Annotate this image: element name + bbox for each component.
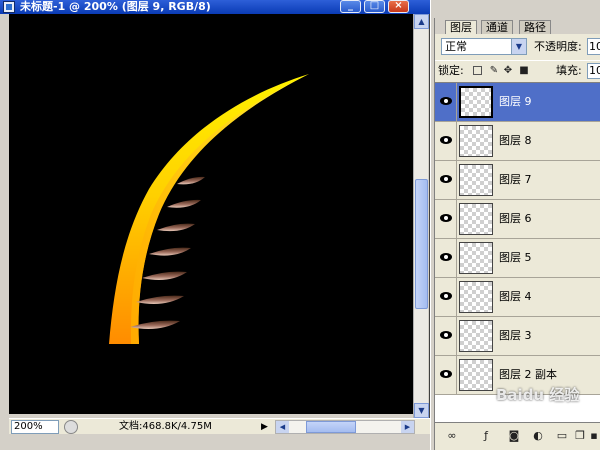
- tab-paths[interactable]: 路径: [519, 20, 551, 34]
- scroll-left-arrow-icon[interactable]: ◀: [276, 421, 289, 433]
- new-layer-icon[interactable]: ❐: [573, 429, 587, 443]
- visibility-toggle[interactable]: [435, 122, 457, 160]
- canvas[interactable]: [9, 14, 413, 414]
- eye-icon: [440, 175, 452, 183]
- layer-name: 图层 8: [499, 134, 532, 147]
- visibility-toggle[interactable]: [435, 83, 457, 121]
- eye-icon: [440, 292, 452, 300]
- scroll-down-arrow-icon[interactable]: ▼: [414, 403, 429, 418]
- tab-channels[interactable]: 通道: [481, 20, 513, 34]
- layer-name: 图层 6: [499, 212, 532, 225]
- eye-icon: [440, 214, 452, 222]
- delete-layer-icon[interactable]: ▪: [587, 429, 600, 443]
- visibility-toggle[interactable]: [435, 161, 457, 199]
- visibility-toggle[interactable]: [435, 356, 457, 394]
- eye-icon: [440, 136, 452, 144]
- eye-icon: [440, 253, 452, 261]
- watermark: Baidu 经验: [496, 386, 580, 404]
- panel-tabs: 图层 通道 路径: [435, 18, 600, 34]
- horizontal-scrollbar[interactable]: ◀ ▶: [275, 420, 415, 434]
- document-title: 未标题-1 @ 200% (图层 9, RGB/8): [20, 0, 211, 13]
- eye-icon: [440, 331, 452, 339]
- document-info: 文档:468.8K/4.75M: [119, 421, 212, 432]
- vertical-scroll-thumb[interactable]: [415, 179, 428, 309]
- app-root: 未标题-1 @ 200% (图层 9, RGB/8) _ □ × ▲ ▼ 200…: [0, 0, 600, 450]
- lock-all-icon[interactable]: ■: [519, 66, 529, 76]
- document-titlebar[interactable]: 未标题-1 @ 200% (图层 9, RGB/8) _ □ ×: [0, 0, 430, 14]
- layer-thumbnail: [459, 281, 493, 313]
- visibility-toggle[interactable]: [435, 278, 457, 316]
- layer-style-icon[interactable]: ƒ: [479, 429, 493, 443]
- layer-thumbnail: [459, 164, 493, 196]
- fill-label: 填充:: [556, 64, 582, 77]
- chevron-down-icon[interactable]: ▼: [511, 39, 526, 54]
- visibility-toggle[interactable]: [435, 317, 457, 355]
- opacity-field[interactable]: 100%: [587, 38, 600, 55]
- layers-panel-footer: ∞ ƒ ◙ ◐ ▭ ❐ ▪: [435, 422, 600, 450]
- new-group-icon[interactable]: ▭: [555, 429, 569, 443]
- eye-icon: [440, 97, 452, 105]
- horizontal-scroll-thumb[interactable]: [306, 421, 356, 433]
- close-button[interactable]: ×: [388, 0, 409, 13]
- layer-row[interactable]: 图层 3: [435, 317, 600, 356]
- layer-name: 图层 3: [499, 329, 532, 342]
- blend-mode-value: 正常: [445, 40, 467, 53]
- lock-move-icon[interactable]: ✥: [503, 66, 513, 76]
- lock-brush-icon[interactable]: ✎: [489, 66, 499, 76]
- visibility-toggle[interactable]: [435, 239, 457, 277]
- layer-name: 图层 5: [499, 251, 532, 264]
- layer-thumbnail: [459, 86, 493, 118]
- status-bar: 200% 文档:468.8K/4.75M ▶ ◀ ▶: [9, 418, 430, 434]
- maximize-button[interactable]: □: [364, 0, 385, 13]
- layer-name: 图层 4: [499, 290, 532, 303]
- layer-name: 图层 9: [499, 95, 532, 108]
- status-menu-arrow-icon[interactable]: ▶: [261, 421, 271, 433]
- adjustment-layer-icon[interactable]: ◐: [531, 429, 545, 443]
- layer-row[interactable]: 图层 5: [435, 239, 600, 278]
- tab-layers[interactable]: 图层: [445, 20, 477, 34]
- layer-thumbnail: [459, 125, 493, 157]
- document-window: 未标题-1 @ 200% (图层 9, RGB/8) _ □ × ▲ ▼ 200…: [0, 0, 430, 440]
- scroll-right-arrow-icon[interactable]: ▶: [401, 421, 414, 433]
- fill-field[interactable]: 100%: [587, 63, 600, 79]
- layer-name: 图层 2 副本: [499, 368, 557, 381]
- photoshop-document-icon: [3, 1, 15, 13]
- layer-mask-icon[interactable]: ◙: [507, 429, 521, 443]
- layers-list: 图层 9 图层 8 图层 7 图层 6 图层 5 图层 4 图层 3 图层 2 …: [435, 82, 600, 422]
- layer-row[interactable]: 图层 9: [435, 83, 600, 122]
- lock-label: 锁定:: [438, 64, 464, 77]
- blend-mode-select[interactable]: 正常 ▼: [441, 38, 527, 55]
- workspace-bottom: [0, 434, 430, 450]
- status-info-icon[interactable]: [64, 420, 78, 434]
- layer-thumbnail: [459, 320, 493, 352]
- layer-thumbnail: [459, 203, 493, 235]
- layer-row[interactable]: 图层 8: [435, 122, 600, 161]
- layer-thumbnail: [459, 242, 493, 274]
- layer-row[interactable]: 图层 6: [435, 200, 600, 239]
- horn-artwork: [109, 74, 309, 344]
- zoom-field[interactable]: 200%: [11, 420, 59, 434]
- layer-thumbnail: [459, 359, 493, 391]
- layer-row[interactable]: 图层 4: [435, 278, 600, 317]
- lock-row: 锁定: ✎ ✥ ■ 填充: 100%: [435, 60, 600, 80]
- scroll-up-arrow-icon[interactable]: ▲: [414, 14, 429, 29]
- eye-icon: [440, 370, 452, 378]
- link-layers-icon[interactable]: ∞: [445, 429, 459, 443]
- minimize-button[interactable]: _: [340, 0, 361, 13]
- vertical-scrollbar[interactable]: ▲ ▼: [413, 14, 429, 418]
- visibility-toggle[interactable]: [435, 200, 457, 238]
- lock-transparency-icon[interactable]: [473, 66, 482, 75]
- opacity-label: 不透明度:: [534, 40, 582, 53]
- layer-row[interactable]: 图层 7: [435, 161, 600, 200]
- layer-name: 图层 7: [499, 173, 532, 186]
